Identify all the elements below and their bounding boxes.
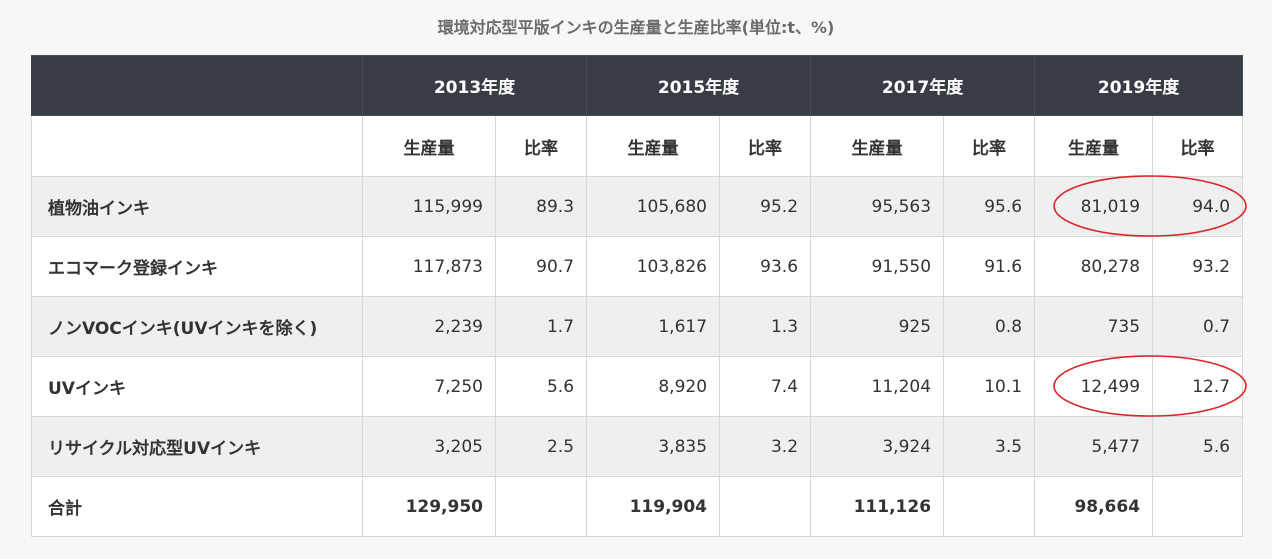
cell-value: 11,204 (810, 356, 945, 417)
cell-value: 111,126 (810, 476, 945, 537)
cell-value (1152, 476, 1244, 537)
cell-value: 0.7 (1152, 296, 1244, 357)
cell-value: 7.4 (719, 356, 812, 417)
cell-value (719, 476, 812, 537)
cell-value: 91.6 (943, 236, 1036, 297)
cell-value: 81,019 (1034, 176, 1154, 237)
cell-value: 103,826 (586, 236, 721, 297)
cell-value: 735 (1034, 296, 1154, 357)
row-label: ノンVOCインキ(UVインキを除く) (31, 296, 363, 357)
cell-value: 8,920 (586, 356, 721, 417)
subheader-qty: 生産量 (362, 115, 496, 177)
cell-value: 1.3 (719, 296, 812, 357)
year-header-2019: 2019年度 (1034, 55, 1244, 116)
row-label: リサイクル対応型UVインキ (31, 416, 363, 477)
cell-value: 115,999 (362, 176, 496, 237)
cell-value: 90.7 (494, 236, 588, 297)
cell-value: 3,835 (586, 416, 721, 477)
cell-value: 94.0 (1152, 176, 1244, 237)
cell-value: 5.6 (1152, 416, 1244, 477)
row-label: 植物油インキ (31, 176, 363, 237)
table-row: ノンVOCインキ(UVインキを除く) 2,239 1.7 1,617 1.3 9… (31, 296, 1244, 357)
subheader-qty: 生産量 (586, 115, 721, 177)
cell-value: 3,205 (362, 416, 496, 477)
cell-value: 117,873 (362, 236, 496, 297)
cell-value: 98,664 (1034, 476, 1154, 537)
cell-value: 3.5 (943, 416, 1036, 477)
cell-value: 5.6 (494, 356, 588, 417)
cell-value: 5,477 (1034, 416, 1154, 477)
cell-value: 95.2 (719, 176, 812, 237)
cell-value: 10.1 (943, 356, 1036, 417)
subheader-ratio: 比率 (494, 115, 588, 177)
table-caption: 環境対応型平版インキの生産量と生産比率(単位:t、%) (437, 18, 835, 37)
subheader-qty: 生産量 (810, 115, 945, 177)
cell-value: 129,950 (362, 476, 496, 537)
cell-value: 1.7 (494, 296, 588, 357)
table-row: リサイクル対応型UVインキ 3,205 2.5 3,835 3.2 3,924 … (31, 416, 1244, 477)
cell-value: 93.2 (1152, 236, 1244, 297)
cell-value: 95,563 (810, 176, 945, 237)
cell-value: 12.7 (1152, 356, 1244, 417)
cell-value: 925 (810, 296, 945, 357)
row-label: UVインキ (31, 356, 363, 417)
table-row: UVインキ 7,250 5.6 8,920 7.4 11,204 10.1 12… (31, 356, 1244, 417)
cell-value: 3,924 (810, 416, 945, 477)
cell-value: 12,499 (1034, 356, 1154, 417)
cell-value: 95.6 (943, 176, 1036, 237)
cell-value (943, 476, 1036, 537)
cell-value: 105,680 (586, 176, 721, 237)
cell-value: 89.3 (494, 176, 588, 237)
row-label: エコマーク登録インキ (31, 236, 363, 297)
subheader-ratio: 比率 (719, 115, 812, 177)
cell-value: 93.6 (719, 236, 812, 297)
subheader-ratio: 比率 (1152, 115, 1244, 177)
cell-value: 91,550 (810, 236, 945, 297)
subheader-ratio: 比率 (943, 115, 1036, 177)
cell-value: 2.5 (494, 416, 588, 477)
cell-value: 80,278 (1034, 236, 1154, 297)
ink-production-table: 2013年度 2015年度 2017年度 2019年度 生産量 比率 生産量 比… (31, 55, 1244, 537)
header-blank (31, 55, 363, 116)
table-row: 植物油インキ 115,999 89.3 105,680 95.2 95,563 … (31, 176, 1244, 237)
year-header-2017: 2017年度 (810, 55, 1036, 116)
cell-value: 7,250 (362, 356, 496, 417)
cell-value: 0.8 (943, 296, 1036, 357)
cell-value: 3.2 (719, 416, 812, 477)
cell-value (494, 476, 588, 537)
subheader-qty: 生産量 (1034, 115, 1154, 177)
row-label: 合計 (31, 476, 363, 537)
table-row: エコマーク登録インキ 117,873 90.7 103,826 93.6 91,… (31, 236, 1244, 297)
year-header-2013: 2013年度 (361, 55, 588, 116)
cell-value: 119,904 (586, 476, 721, 537)
cell-value: 2,239 (362, 296, 496, 357)
table-row-total: 合計 129,950 119,904 111,126 98,664 (31, 476, 1244, 537)
subheader-blank (31, 115, 363, 177)
cell-value: 1,617 (586, 296, 721, 357)
year-header-2015: 2015年度 (586, 55, 812, 116)
